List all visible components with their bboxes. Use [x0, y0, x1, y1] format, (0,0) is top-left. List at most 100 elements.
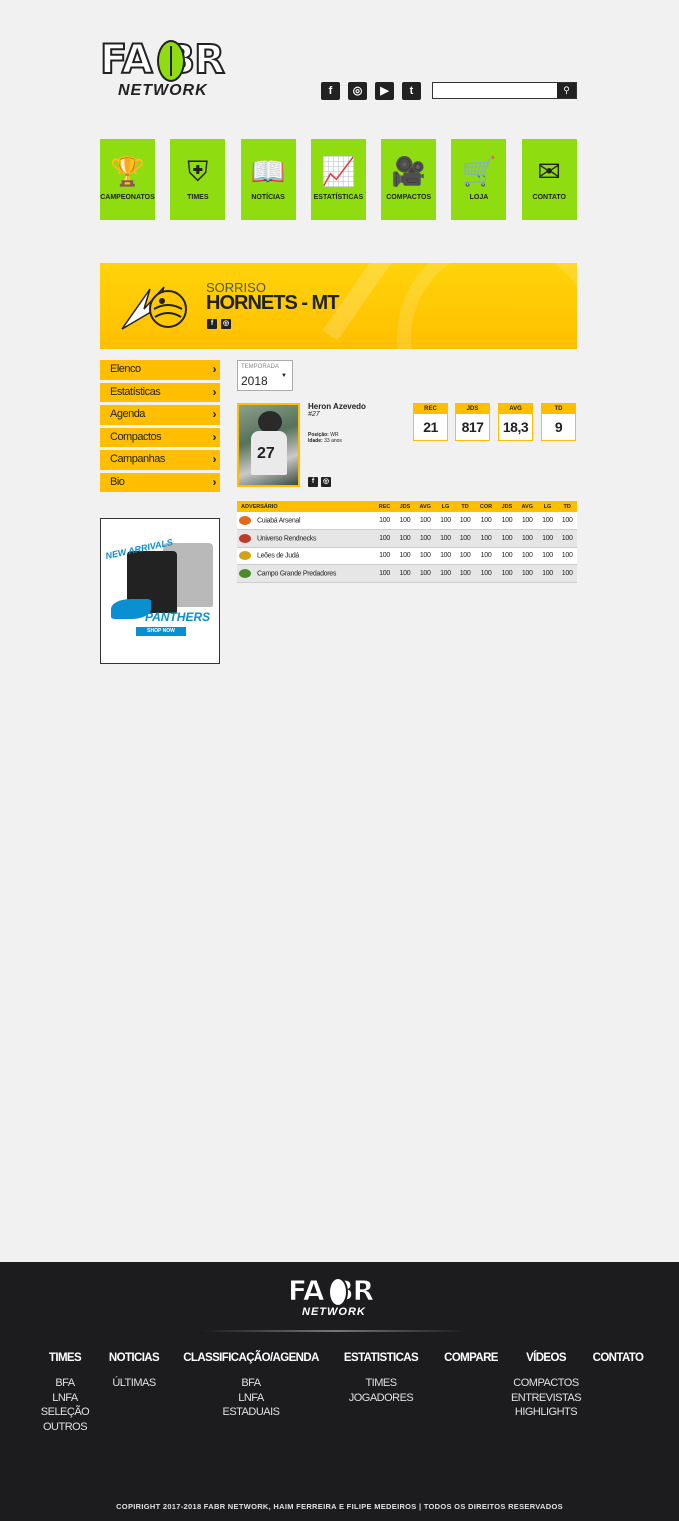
- table-row[interactable]: Leões de Judá 100 100 100 100 100 100 100 100 100…: [237, 547, 577, 565]
- fabr-logo[interactable]: FA BR NETWORK: [99, 39, 242, 100]
- side-menu-bio[interactable]: Bio ›: [100, 472, 220, 492]
- footer-link[interactable]: LNFA: [40, 1391, 90, 1406]
- footer-link[interactable]: OUTROS: [40, 1420, 90, 1435]
- stat-cell: 100: [374, 564, 396, 583]
- stat-cell: 100: [537, 529, 558, 548]
- team-logo-icon: [239, 568, 251, 578]
- nav-estatisticas[interactable]: 📈 ESTATÍSTICAS: [310, 139, 366, 220]
- side-menu-label: Agenda: [110, 408, 145, 420]
- search-box: ⚲: [432, 82, 577, 101]
- player-name: Heron Azevedo: [308, 402, 366, 411]
- footer-heading[interactable]: COMPARE: [441, 1352, 501, 1364]
- stat-cell: 100: [395, 547, 415, 565]
- facebook-icon[interactable]: f: [308, 477, 318, 487]
- footer-link[interactable]: ENTREVISTAS: [508, 1391, 584, 1406]
- nav-label: LOJA: [469, 194, 489, 201]
- footer-col-estatisticas: ESTATISTICAS TIMES JOGADORES: [343, 1352, 419, 1405]
- instagram-icon[interactable]: ◎: [348, 82, 367, 100]
- stat-cell: 100: [435, 564, 456, 583]
- facebook-icon[interactable]: f: [207, 319, 217, 329]
- table-row[interactable]: Campo Grande Predadores 100 100 100 100 100 10…: [237, 564, 577, 583]
- footer-heading[interactable]: TIMES: [40, 1352, 90, 1364]
- col-td: TD: [455, 501, 475, 512]
- footer-link[interactable]: SELEÇÃO: [40, 1405, 90, 1420]
- nav-label: TIMES: [187, 194, 209, 201]
- footer-col-videos: VÍDEOS COMPACTOS ENTREVISTAS HIGHLIGHTS: [508, 1352, 584, 1420]
- side-menu-campanhas[interactable]: Campanhas ›: [100, 450, 220, 470]
- instagram-icon[interactable]: ◎: [321, 477, 331, 487]
- stat-cell: 100: [374, 529, 396, 548]
- footer-link[interactable]: HIGHLIGHTS: [508, 1405, 584, 1420]
- stat-cell: 100: [455, 547, 475, 565]
- main-nav: 🏆 CAMPEONATOS ⛨ TIMES 📖 NOTÍCIAS 📈 ESTAT…: [100, 139, 577, 220]
- nav-campeonatos[interactable]: 🏆 CAMPEONATOS: [100, 139, 155, 220]
- nav-contato[interactable]: ✉ CONTATO: [521, 139, 577, 220]
- instagram-icon[interactable]: ◎: [221, 319, 231, 329]
- player-info: Posição: WR Idade: 33 anos: [308, 432, 342, 444]
- search-input[interactable]: [433, 86, 557, 101]
- stat-rec: REC 21: [413, 403, 448, 441]
- nav-label: ESTATÍSTICAS: [313, 194, 364, 201]
- side-menu-label: Estatísticas: [110, 385, 161, 398]
- footer-heading[interactable]: NOTICIAS: [104, 1352, 164, 1364]
- stat-cell: 100: [474, 529, 498, 548]
- col-cor: COR: [474, 501, 498, 512]
- logo-subtext: NETWORK: [118, 82, 208, 99]
- footer-link[interactable]: LNFA: [181, 1391, 321, 1406]
- side-menu-elenco[interactable]: Elenco ›: [100, 360, 220, 380]
- opponent-name: Universo Rendnecks: [257, 535, 317, 543]
- team-banner: SORRISO HORNETS - MT f ◎: [100, 263, 577, 349]
- footer-heading[interactable]: VÍDEOS: [508, 1352, 584, 1364]
- youtube-icon[interactable]: ▶: [375, 82, 394, 100]
- search-icon[interactable]: ⚲: [557, 83, 576, 98]
- stat-cell: 100: [557, 564, 577, 583]
- footer-link[interactable]: ESTADUAIS: [181, 1405, 321, 1420]
- nav-times[interactable]: ⛨ TIMES: [170, 139, 226, 220]
- footer-logo[interactable]: FA BR NETWORK: [287, 1276, 392, 1319]
- twitter-icon[interactable]: t: [402, 82, 421, 100]
- footer-heading[interactable]: CONTATO: [589, 1352, 647, 1364]
- side-menu-estatisticas[interactable]: Estatísticas ›: [100, 382, 220, 402]
- season-select[interactable]: TEMPORADA 2018 ▼: [237, 360, 293, 391]
- table-row[interactable]: Cuiabá Arsenal 100 100 100 100 100 100 100 100 10…: [237, 512, 577, 530]
- chevron-right-icon: ›: [212, 474, 217, 489]
- col-td: TD: [557, 501, 577, 512]
- footer-heading[interactable]: CLASSIFICAÇÃO/AGENDA: [181, 1352, 321, 1364]
- header-social: f ◎ ▶ t: [321, 82, 421, 100]
- nav-label: NOTÍCIAS: [251, 194, 285, 201]
- nav-noticias[interactable]: 📖 NOTÍCIAS: [240, 139, 296, 220]
- stat-cell: 100: [557, 512, 577, 530]
- table-row[interactable]: Universo Rendnecks 100 100 100 100 100 100 100 1…: [237, 529, 577, 548]
- site-footer: FA BR NETWORK TIMES BFA LNFA SELEÇÃO OUT…: [0, 1262, 679, 1521]
- col-lg: LG: [435, 501, 456, 512]
- footer-link[interactable]: JOGADORES: [343, 1391, 419, 1406]
- stat-cell: 100: [395, 512, 415, 530]
- footer-link[interactable]: ÚLTIMAS: [104, 1376, 164, 1391]
- stat-avg: AVG 18,3: [498, 403, 533, 441]
- footer-link[interactable]: TIMES: [343, 1376, 419, 1391]
- footer-link[interactable]: BFA: [181, 1376, 321, 1391]
- book-icon: 📖: [250, 155, 286, 188]
- panthers-ad[interactable]: NEW ARRIVALS PANTHERS SHOP NOW: [100, 518, 220, 664]
- player-number: #27: [308, 411, 320, 418]
- col-lg: LG: [537, 501, 558, 512]
- stat-cell: 100: [537, 512, 558, 530]
- side-menu-agenda[interactable]: Agenda ›: [100, 405, 220, 425]
- side-menu-label: Campanhas: [110, 453, 165, 465]
- stat-cell: 100: [474, 564, 498, 583]
- season-value: 2018: [241, 374, 268, 388]
- facebook-icon[interactable]: f: [321, 82, 340, 100]
- opponent-cell: Universo Rendnecks: [237, 529, 374, 548]
- logo-subtext: NETWORK: [302, 1306, 366, 1318]
- footer-link[interactable]: BFA: [40, 1376, 90, 1391]
- hornets-logo-icon: [121, 286, 187, 330]
- nav-compactos[interactable]: 🎥 COMPACTOS: [381, 139, 437, 220]
- nav-loja[interactable]: 🛒 LOJA: [451, 139, 507, 220]
- stat-cell: 100: [516, 512, 538, 530]
- side-menu-compactos[interactable]: Compactos ›: [100, 427, 220, 447]
- stat-cell: 100: [374, 547, 396, 565]
- footer-link[interactable]: COMPACTOS: [508, 1376, 584, 1391]
- footer-heading[interactable]: ESTATISTICAS: [343, 1352, 419, 1364]
- shop-now-button[interactable]: SHOP NOW: [136, 627, 186, 636]
- football-icon: [328, 1277, 348, 1307]
